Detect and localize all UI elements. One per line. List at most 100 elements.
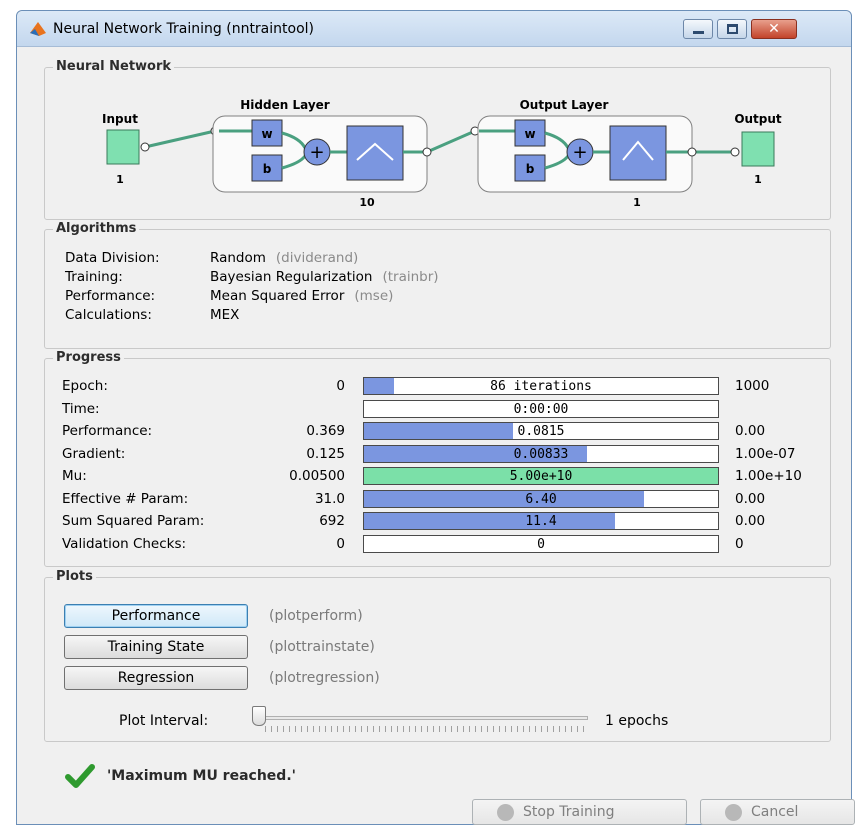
plots-title: Plots [53,569,96,584]
minimize-icon [693,31,704,34]
input-label: Input [102,112,138,126]
plot-regression-button[interactable]: Regression [64,666,248,690]
progress-label: Performance: [62,423,153,439]
minimize-button[interactable] [683,19,713,39]
close-icon: ✕ [768,21,780,37]
output-layer-title: Output Layer [520,98,609,112]
plot-regression-function: (plotregression) [269,670,380,686]
progress-end-value: 0.00 [735,513,766,529]
progress-current-value: 11.4 [525,514,557,529]
plot-interval-label: Plot Interval: [119,713,209,729]
algorithm-value: Mean Squared Error (mse) [210,288,393,304]
checkmark-icon [65,764,95,788]
progress-label: Gradient: [62,445,126,462]
close-button[interactable]: ✕ [751,19,797,39]
stop-icon [497,804,514,821]
plot-interval-ticks [265,726,587,732]
algorithms-group: Algorithms Data Division: Random (divider… [44,221,831,349]
cancel-icon [725,804,742,821]
progress-current-value: 6.40 [525,491,557,507]
algorithm-value-text: Bayesian Regularization [210,269,373,285]
progress-group: Progress Epoch: 0 86 iterations 1000 Time: 0:… [44,350,832,567]
progress-start-value: 0 [336,378,345,394]
neural-network-group: Neural Network Input 1 Hidden Layer w b … [44,59,831,220]
cancel-button[interactable]: Cancel [700,799,855,825]
progress-label: Epoch: [62,378,108,394]
algorithm-label: Training: [65,269,123,285]
plot-interval-track[interactable] [260,716,588,720]
progress-end-value: 0.00 [735,490,766,507]
progress-label: Time: [62,400,100,417]
progress-end-value: 1.00e-07 [735,445,796,462]
progress-start-value: 0 [336,535,345,552]
algorithm-value: Bayesian Regularization (trainbr) [210,269,439,285]
progress-title: Progress [53,350,124,365]
title-bar[interactable]: Neural Network Training (nntraintool) ✕ [17,11,851,47]
nntraintool-window: Neural Network Training (nntraintool) ✕ … [16,10,855,825]
algorithm-function: (trainbr) [382,269,439,285]
hidden-transfer-block [346,125,404,181]
algorithm-value-text: Mean Squared Error [210,288,345,304]
progress-bar: 0.00833 [363,444,719,463]
progress-bar: 6.40 [363,489,719,508]
progress-row: Sum Squared Param: 692 11.4 0.00 [45,512,832,532]
progress-row: Effective # Param: 31.0 6.40 0.00 [45,489,832,510]
progress-current-value: 5.00e+10 [509,469,573,484]
cancel-label: Cancel [751,804,799,820]
plot-training-state-button[interactable]: Training State [64,635,248,659]
progress-bar: 11.4 [363,512,719,530]
progress-row: Time: 0:00:00 [45,399,832,420]
progress-bar: 0 [363,534,719,553]
algorithm-function: (dividerand) [275,250,359,266]
matlab-logo-icon [30,22,46,36]
algorithm-function: (mse) [354,288,394,304]
plot-training-state-function: (plottrainstate) [269,639,375,655]
progress-start-value: 0.369 [306,423,345,439]
input-block [106,129,140,165]
hidden-size: 10 [359,196,375,209]
maximize-icon [727,24,738,34]
progress-row: Epoch: 0 86 iterations 1000 [45,377,832,397]
progress-bar: 86 iterations [363,377,719,395]
progress-start-value: 692 [319,513,345,529]
status-message: 'Maximum MU reached.' [107,768,296,784]
stop-training-label: Stop Training [523,804,615,820]
progress-label: Effective # Param: [62,490,189,507]
progress-label: Mu: [62,468,87,484]
progress-current-value: 86 iterations [490,379,592,394]
window-title: Neural Network Training (nntraintool) [53,21,314,37]
output-size: 1 [754,173,762,186]
network-diagram: Input 1 Hidden Layer w b + 10 Output Lay… [102,98,782,209]
plot-performance-function: (plotperform) [269,608,363,624]
output-label: Output [734,112,782,126]
algorithm-label: Data Division: [65,250,160,266]
progress-start-value: 0.125 [306,445,345,462]
progress-start-value: 31.0 [314,490,345,507]
progress-bar: 0.0815 [363,422,719,440]
output-block [741,131,775,167]
maximize-button[interactable] [717,19,747,39]
progress-label: Validation Checks: [62,535,187,552]
plot-performance-button[interactable]: Performance [64,604,248,628]
progress-end-value: 1.00e+10 [735,468,802,484]
progress-row: Validation Checks: 0 0 0 [45,534,832,555]
plots-group: Plots Performance (plotperform) Training… [44,569,831,742]
hidden-layer-title: Hidden Layer [240,98,330,112]
plot-interval-value: 1 epochs [605,713,669,729]
output-transfer-block [609,125,667,181]
algorithm-value: Random (dividerand) [210,250,358,266]
stop-training-button[interactable]: Stop Training [472,799,687,825]
output-sum-symbol: + [572,142,587,163]
progress-current-value: 0.0815 [517,424,565,439]
algorithm-value-text: Random [210,250,266,266]
output-weight-label: w [524,127,535,141]
plot-interval-slider-thumb[interactable] [252,706,266,726]
algorithm-label: Calculations: [65,307,152,323]
progress-end-value: 0 [735,535,744,552]
algorithms-title: Algorithms [53,221,140,236]
progress-bar: 5.00e+10 [363,467,719,485]
hidden-bias-label: b [263,162,272,176]
progress-label: Sum Squared Param: [62,513,205,529]
output-layer-size: 1 [633,196,641,209]
hidden-sum-symbol: + [309,142,324,163]
